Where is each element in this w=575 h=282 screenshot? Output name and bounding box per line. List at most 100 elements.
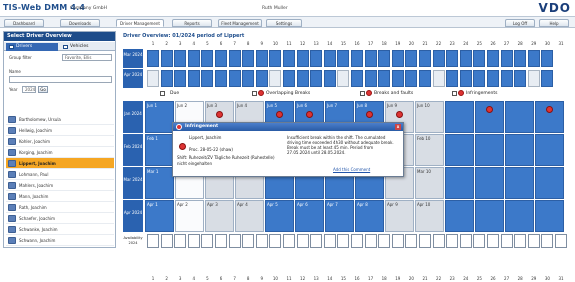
- group-filter-select[interactable]: Favorite, Ellis: [62, 54, 112, 61]
- day-cell[interactable]: [255, 50, 268, 67]
- availability-cell[interactable]: [419, 234, 431, 248]
- day-cell[interactable]: [269, 70, 282, 87]
- day-cell[interactable]: [473, 50, 486, 67]
- day-cell[interactable]: [527, 50, 540, 67]
- calendar-day[interactable]: Mar 10: [415, 167, 444, 199]
- calendar-day[interactable]: [505, 167, 534, 199]
- calendar-day[interactable]: Apr 3: [205, 200, 234, 232]
- availability-cell[interactable]: [378, 234, 391, 248]
- day-cell[interactable]: [405, 70, 418, 87]
- calendar-day[interactable]: Apr 5: [265, 200, 294, 232]
- calendar-day[interactable]: Apr 10: [415, 200, 444, 232]
- availability-cell[interactable]: [187, 234, 200, 248]
- tab-fleet-management[interactable]: Fleet Management: [218, 19, 262, 27]
- calendar-day[interactable]: [505, 200, 534, 232]
- infringement-icon[interactable]: [216, 111, 223, 118]
- day-cell[interactable]: [269, 50, 282, 67]
- logoff-link[interactable]: Log Off: [505, 19, 535, 27]
- day-cell[interactable]: [201, 50, 214, 67]
- day-cell[interactable]: [255, 70, 268, 87]
- legend-due[interactable]: Due: [160, 89, 179, 98]
- availability-cell[interactable]: [459, 234, 472, 248]
- day-cell[interactable]: [419, 50, 431, 67]
- calendar-day[interactable]: [535, 101, 564, 133]
- availability-cell[interactable]: [446, 234, 459, 248]
- availability-cell[interactable]: [351, 234, 363, 248]
- day-cell[interactable]: [473, 70, 486, 87]
- day-cell[interactable]: [446, 70, 459, 87]
- legend-infringements[interactable]: Infringements: [452, 89, 497, 98]
- close-button[interactable]: x: [395, 124, 401, 130]
- availability-cell[interactable]: [310, 234, 323, 248]
- day-cell[interactable]: [174, 50, 187, 67]
- availability-cell[interactable]: [160, 234, 173, 248]
- day-cell[interactable]: [527, 70, 540, 87]
- day-cell[interactable]: [514, 70, 527, 87]
- day-cell[interactable]: [391, 50, 404, 67]
- calendar-day[interactable]: [475, 134, 504, 166]
- day-cell[interactable]: [541, 70, 554, 87]
- go-button[interactable]: Go: [38, 86, 48, 93]
- availability-cell[interactable]: [323, 234, 336, 248]
- tab-dashboard[interactable]: Dashboard: [4, 19, 44, 27]
- calendar-day[interactable]: [445, 134, 474, 166]
- calendar-day[interactable]: [535, 134, 564, 166]
- day-cell[interactable]: [459, 70, 472, 87]
- infringement-icon[interactable]: [396, 111, 403, 118]
- day-cell[interactable]: [378, 70, 391, 87]
- availability-cell[interactable]: [432, 234, 445, 248]
- infringement-icon[interactable]: [366, 111, 373, 118]
- calendar-day[interactable]: [505, 101, 534, 133]
- tab-driver-management[interactable]: Driver Management: [116, 19, 164, 27]
- availability-cell[interactable]: [269, 234, 282, 248]
- list-item[interactable]: Lohmann, Paul: [6, 169, 114, 180]
- day-cell[interactable]: [500, 50, 513, 67]
- calendar-day[interactable]: Mar 1: [145, 167, 174, 199]
- day-cell[interactable]: [337, 70, 350, 87]
- availability-cell[interactable]: [487, 234, 499, 248]
- day-cell[interactable]: [310, 70, 323, 87]
- help-link[interactable]: Help: [539, 19, 569, 27]
- day-cell[interactable]: [391, 70, 404, 87]
- calendar-day[interactable]: Apr 6: [295, 200, 324, 232]
- calendar-day[interactable]: [535, 200, 564, 232]
- day-cell[interactable]: [147, 70, 159, 87]
- day-cell[interactable]: [323, 70, 336, 87]
- day-cell[interactable]: [283, 50, 295, 67]
- day-cell[interactable]: [296, 50, 309, 67]
- tab-settings[interactable]: Settings: [266, 19, 302, 27]
- availability-cell[interactable]: [514, 234, 527, 248]
- day-cell[interactable]: [487, 50, 499, 67]
- infringement-icon[interactable]: [306, 111, 313, 118]
- calendar-day[interactable]: Apr 9: [385, 200, 414, 232]
- calendar-day[interactable]: [505, 134, 534, 166]
- list-item[interactable]: Kohler, Joachim: [6, 136, 114, 147]
- day-cell[interactable]: [378, 50, 391, 67]
- legend-overlapping-breaks[interactable]: Overlapping Breaks: [252, 89, 310, 98]
- calendar-day[interactable]: [445, 101, 474, 133]
- infringement-icon[interactable]: [276, 111, 283, 118]
- availability-cell[interactable]: [296, 234, 309, 248]
- day-cell[interactable]: [296, 70, 309, 87]
- availability-cell[interactable]: [555, 234, 567, 248]
- calendar-day[interactable]: [445, 167, 474, 199]
- tab-downloads[interactable]: Downloads: [60, 19, 100, 27]
- day-cell[interactable]: [323, 50, 336, 67]
- availability-cell[interactable]: [405, 234, 418, 248]
- day-cell[interactable]: [351, 50, 363, 67]
- checkbox-icon[interactable]: [360, 91, 365, 96]
- day-cell[interactable]: [310, 50, 323, 67]
- day-cell[interactable]: [201, 70, 214, 87]
- list-item-selected[interactable]: Lippert, Joachim: [6, 158, 114, 169]
- availability-cell[interactable]: [391, 234, 404, 248]
- availability-cell[interactable]: [283, 234, 295, 248]
- day-cell[interactable]: [500, 70, 513, 87]
- tab-drivers[interactable]: Drivers: [6, 43, 58, 51]
- day-cell[interactable]: [283, 70, 295, 87]
- tab-vehicles[interactable]: Vehicles: [60, 43, 112, 51]
- availability-cell[interactable]: [500, 234, 513, 248]
- availability-cell[interactable]: [527, 234, 540, 248]
- availability-cell[interactable]: [473, 234, 486, 248]
- calendar-day[interactable]: [475, 101, 504, 133]
- year-filter-input[interactable]: 2024: [22, 86, 36, 93]
